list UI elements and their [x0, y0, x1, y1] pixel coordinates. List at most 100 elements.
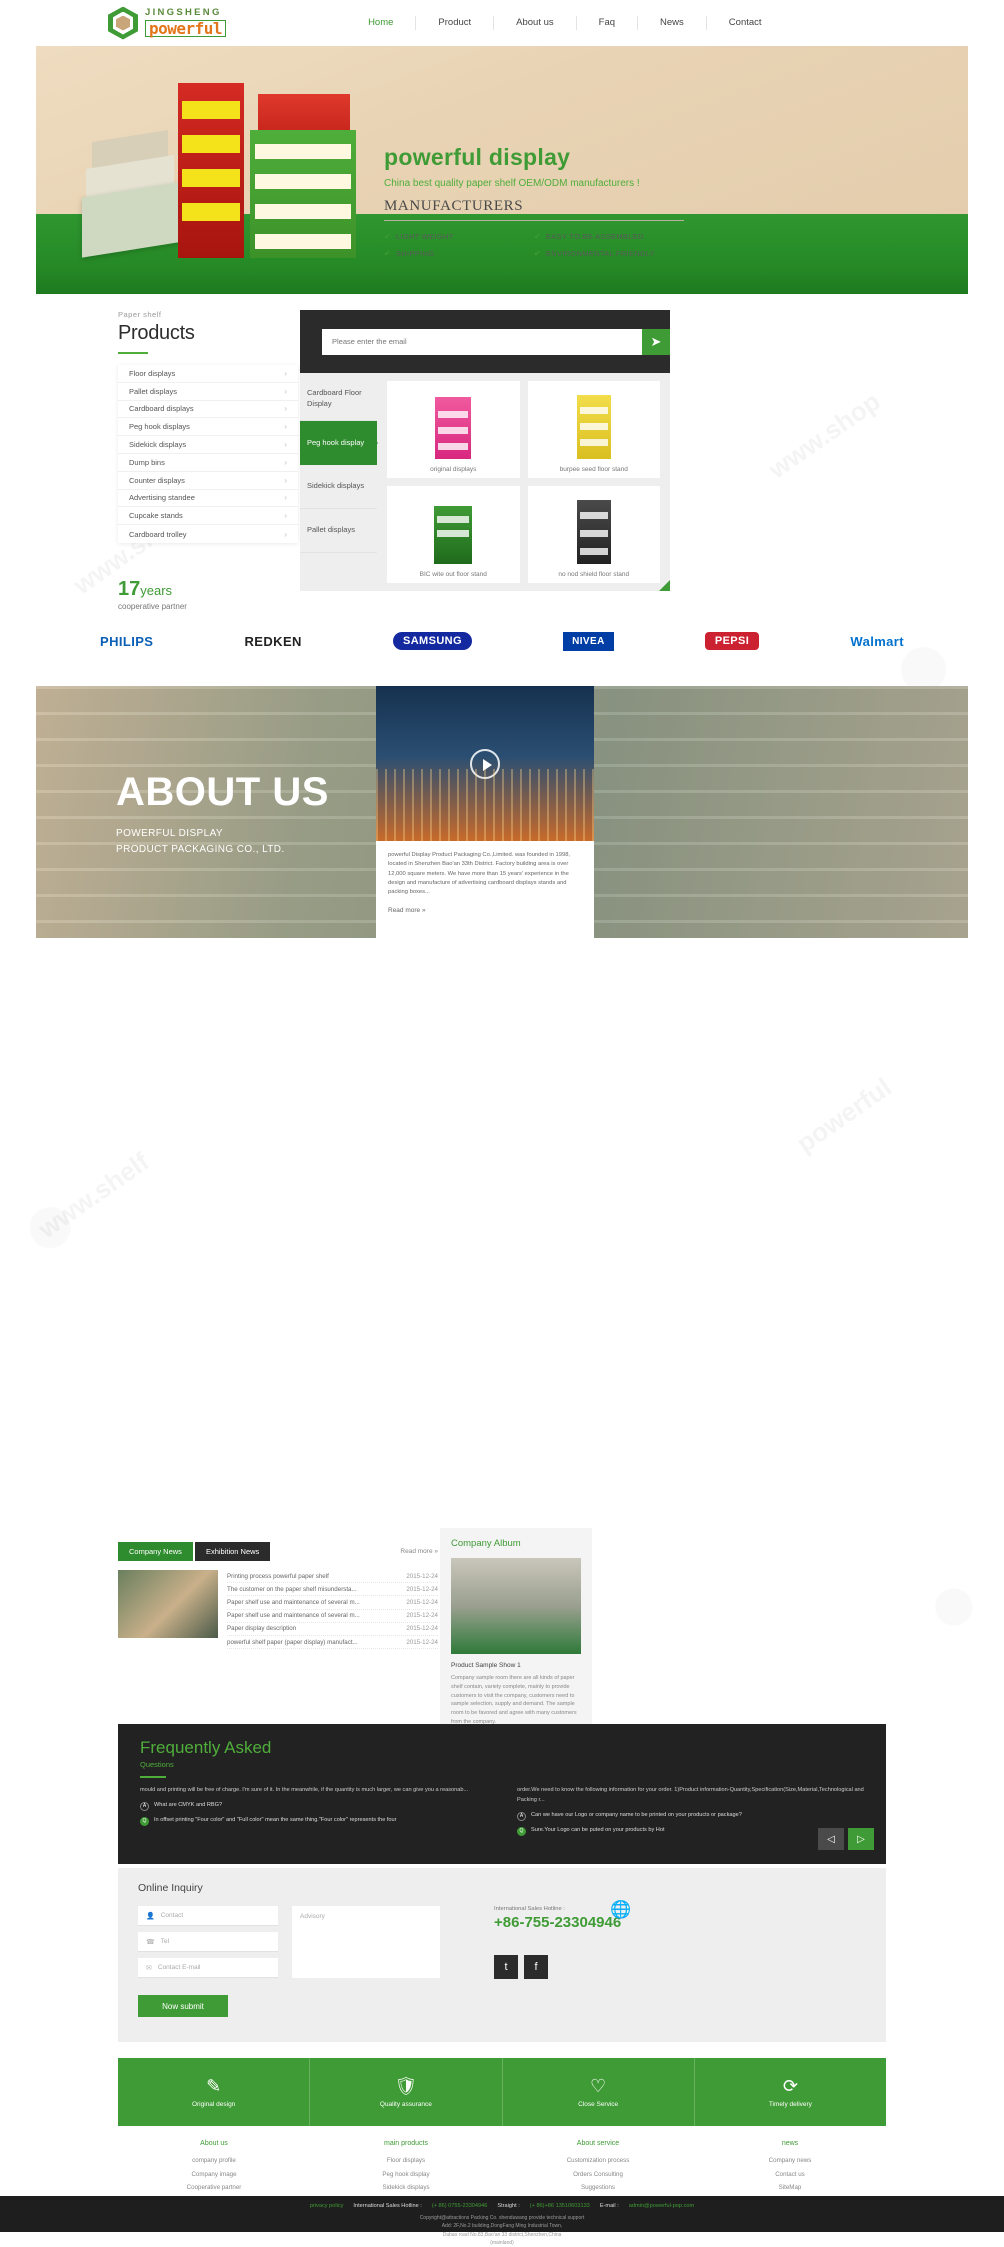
tab-sidekick-displays[interactable]: Sidekick displays: [300, 465, 377, 509]
news-item[interactable]: Printing process powerful paper shelf 201…: [227, 1570, 438, 1584]
footer-link[interactable]: company profile: [118, 2154, 310, 2167]
inquiry-tel-field[interactable]: ☎ Tel: [138, 1932, 278, 1952]
product-thumbnail: [387, 381, 520, 463]
news-tab-list[interactable]: Company News Exhibition News: [118, 1542, 438, 1561]
footer-link[interactable]: Orders Consulting: [502, 2167, 694, 2180]
footer-bar: privacy policy International Sales Hotli…: [0, 2196, 1004, 2246]
product-card[interactable]: original displays: [387, 381, 520, 478]
product-category-item[interactable]: Sidekick displays ›: [118, 436, 298, 454]
news-date: 2015-12-24: [406, 1572, 438, 1580]
album-image[interactable]: [451, 1558, 581, 1654]
faq-subtitle: Questions: [140, 1760, 174, 1769]
inquiry-fields: 👤 Contact ☎ Tel ✉ Contact E-mail: [138, 1906, 278, 1984]
news-date: 2015-12-24: [406, 1612, 438, 1620]
tab-peg-hook-display[interactable]: Peg hook display: [300, 421, 378, 465]
hero-feature-item: ✔ ENVIRONMENTAL FRIENDLY: [534, 249, 684, 258]
tab-exhibition-news[interactable]: Exhibition News: [194, 1542, 271, 1561]
product-tab-list[interactable]: Cardboard Floor Display Peg hook display…: [300, 373, 378, 591]
inquiry-submit-button[interactable]: Now submit: [138, 1995, 228, 2017]
tab-pallet-displays[interactable]: Pallet displays: [300, 509, 377, 553]
nav-item-faq[interactable]: Faq: [575, 16, 637, 30]
footer-link[interactable]: Peg hook display: [310, 2167, 502, 2180]
footer-link[interactable]: Suggestions: [502, 2181, 694, 2194]
footer-address-line3: (mainland): [490, 2239, 514, 2246]
nav-item-product[interactable]: Product: [415, 16, 493, 30]
product-category-item[interactable]: Pallet displays ›: [118, 383, 298, 401]
nav-item-home[interactable]: Home: [346, 16, 415, 30]
faq-carousel-controls[interactable]: ◁ ▷: [818, 1828, 874, 1850]
category-label: Sidekick displays: [129, 440, 187, 450]
twitter-icon[interactable]: t: [494, 1955, 518, 1979]
nav-item-contact[interactable]: Contact: [705, 16, 784, 30]
product-category-item[interactable]: Dump bins ›: [118, 454, 298, 472]
product-card[interactable]: BIC wite out floor stand: [387, 486, 520, 583]
privacy-policy-link[interactable]: privacy policy: [310, 2203, 344, 2209]
about-video-thumbnail[interactable]: [376, 686, 594, 841]
service-close-service[interactable]: ♡ Close Service: [503, 2058, 695, 2126]
news-date: 2015-12-24: [406, 1638, 438, 1646]
social-links[interactable]: t f: [494, 1955, 621, 1979]
product-card[interactable]: no nod shield floor stand: [527, 486, 660, 583]
faq-next-button[interactable]: ▷: [848, 1828, 874, 1850]
inquiry-advisory-textarea[interactable]: Advisory: [292, 1906, 440, 1978]
inquiry-title: Online Inquiry: [138, 1882, 203, 1894]
main-navigation[interactable]: Home Product About us Faq News Contact: [346, 16, 783, 30]
footer-link[interactable]: SiteMap: [694, 2181, 886, 2194]
partner-logo-strip: PHILIPS REDKEN SAMSUNG NIVEA PEPSI Walma…: [100, 616, 904, 666]
about-video-card: powerful Display Product Packaging Co.,L…: [376, 686, 594, 938]
faq-prev-button[interactable]: ◁: [818, 1828, 844, 1850]
footer-column-heading: About service: [576, 2140, 620, 2147]
chevron-right-icon: ›: [284, 422, 287, 432]
product-card[interactable]: burpee seed floor stand: [527, 381, 660, 478]
service-timely-delivery[interactable]: ⟳ Timely delivery: [695, 2058, 886, 2126]
product-category-item[interactable]: Cardboard trolley ›: [118, 525, 298, 543]
product-category-item[interactable]: Cardboard displays ›: [118, 401, 298, 419]
tab-cardboard-floor-display[interactable]: Cardboard Floor Display: [300, 377, 377, 421]
news-title: Paper shelf use and maintenance of sever…: [227, 1598, 360, 1606]
tab-company-news[interactable]: Company News: [118, 1542, 193, 1561]
footer-link[interactable]: Customization process: [502, 2154, 694, 2167]
product-category-item[interactable]: Floor displays ›: [118, 365, 298, 383]
inquiry-contact-field[interactable]: 👤 Contact: [138, 1906, 278, 1926]
product-category-item[interactable]: Counter displays ›: [118, 472, 298, 490]
faq-entry[interactable]: A Can we have our Logo or company name t…: [517, 1811, 864, 1821]
products-kicker: Paper shelf: [118, 310, 162, 319]
about-company-line1: POWERFUL DISPLAY: [116, 828, 223, 839]
news-item[interactable]: Paper display description 2015-12-24: [227, 1623, 438, 1636]
nav-item-news[interactable]: News: [637, 16, 706, 30]
footer-link[interactable]: Cooperative partner: [118, 2181, 310, 2194]
newsletter-submit-button[interactable]: ➤: [642, 328, 670, 355]
news-title: Paper shelf use and maintenance of sever…: [227, 1612, 360, 1620]
news-read-more-link[interactable]: Read more »: [400, 1548, 438, 1555]
about-read-more-link[interactable]: Read more »: [388, 907, 582, 914]
product-category-item[interactable]: Advertising standee ›: [118, 490, 298, 508]
footer-link[interactable]: Company news: [694, 2154, 886, 2167]
news-item[interactable]: The customer on the paper shelf misunder…: [227, 1583, 438, 1597]
footer-link[interactable]: Floor displays: [310, 2154, 502, 2167]
faq-entry[interactable]: A What are CMYK and RBG?: [140, 1801, 487, 1811]
newsletter-email-input[interactable]: [322, 328, 642, 355]
news-item[interactable]: Paper shelf use and maintenance of sever…: [227, 1596, 438, 1610]
product-category-item[interactable]: Peg hook displays ›: [118, 418, 298, 437]
news-item[interactable]: powerful shelf paper (paper display) man…: [227, 1636, 438, 1650]
facebook-icon[interactable]: f: [524, 1955, 548, 1979]
phone-icon: ☎: [146, 1938, 155, 1946]
category-label: Counter displays: [129, 475, 185, 485]
play-button-icon[interactable]: [470, 748, 500, 779]
service-quality-assurance[interactable]: 🛡 Quality assurance: [310, 2058, 503, 2126]
footer-link[interactable]: Contact us: [694, 2167, 886, 2180]
faq-column-right: order.We need to know the following info…: [517, 1786, 864, 1836]
faq-entry[interactable]: Q In offset printing "Four color" and "F…: [140, 1816, 487, 1826]
product-category-item[interactable]: Cupcake stands ›: [118, 507, 298, 526]
nav-item-about-us[interactable]: About us: [493, 16, 576, 30]
service-original-design[interactable]: ✎ Original design: [118, 2058, 311, 2126]
title-underline: [118, 352, 148, 354]
product-category-menu[interactable]: Floor displays › Pallet displays › Cardboa…: [118, 365, 298, 543]
footer-link[interactable]: Company image: [118, 2167, 310, 2180]
footer-link[interactable]: Sidekick displays: [310, 2181, 502, 2194]
inquiry-email-field[interactable]: ✉ Contact E-mail: [138, 1958, 278, 1978]
footer-email-value[interactable]: admin@powerful-pop.com: [629, 2203, 694, 2209]
news-item[interactable]: Paper shelf use and maintenance of sever…: [227, 1610, 438, 1623]
faq-entry[interactable]: Q Sure.Your Logo can be puted on your pr…: [517, 1826, 864, 1836]
site-logo[interactable]: JINGSHENG powerful: [108, 6, 227, 40]
